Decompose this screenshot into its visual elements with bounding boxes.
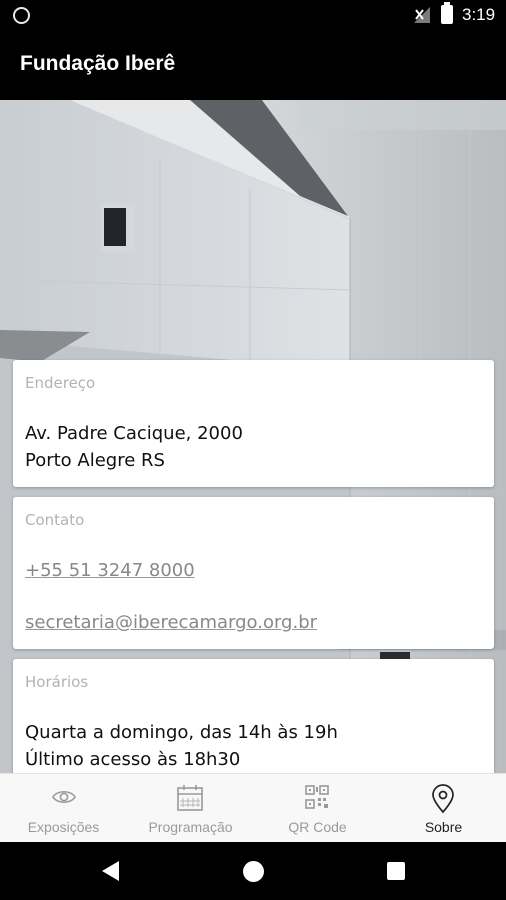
- nav-item-qr-code[interactable]: QR Code: [254, 774, 381, 843]
- hours-card: Horários Quarta a domingo, das 14h às 19…: [13, 659, 494, 773]
- address-line-2: Porto Alegre RS: [25, 450, 165, 471]
- battery-icon: [441, 2, 453, 24]
- contact-card: Contato +55 51 3247 8000 secretaria@iber…: [13, 497, 494, 649]
- hours-line-1: Quarta a domingo, das 14h às 19h: [25, 722, 338, 743]
- phone-link[interactable]: +55 51 3247 8000: [25, 560, 195, 581]
- calendar-icon: [177, 785, 203, 811]
- nav-label-programacao: Programação: [148, 819, 233, 835]
- address-label: Endereço: [25, 374, 96, 392]
- hours-line-2: Último acesso às 18h30: [25, 749, 241, 770]
- back-icon[interactable]: [102, 861, 119, 881]
- status-time: 3:19: [462, 5, 496, 24]
- nav-label-qr-code: QR Code: [288, 819, 347, 835]
- location-pin-icon: [432, 784, 454, 814]
- address-line-1: Av. Padre Cacique, 2000: [25, 423, 243, 444]
- system-navigation-bar: [0, 842, 506, 900]
- home-icon[interactable]: [243, 861, 264, 882]
- app-bar: Fundação Iberê: [0, 30, 506, 100]
- address-card: Endereço Av. Padre Cacique, 2000 Porto A…: [13, 360, 494, 487]
- nav-label-sobre: Sobre: [424, 819, 463, 835]
- nav-item-programacao[interactable]: Programação: [127, 774, 254, 843]
- recents-icon[interactable]: [387, 862, 405, 880]
- bottom-navigation: Exposições Programação QR Code Sobre: [0, 773, 506, 842]
- signal-icon: [414, 7, 430, 23]
- nav-label-exposicoes: Exposições: [27, 819, 100, 835]
- nav-item-exposicoes[interactable]: Exposições: [0, 774, 127, 843]
- notification-circle-icon: [13, 7, 30, 24]
- page-title: Fundação Iberê: [20, 52, 176, 75]
- contact-label: Contato: [25, 511, 85, 529]
- qr-code-icon: [305, 785, 329, 809]
- status-bar: 3:19: [0, 0, 506, 30]
- content-area[interactable]: Endereço Av. Padre Cacique, 2000 Porto A…: [0, 100, 506, 773]
- nav-item-sobre[interactable]: Sobre: [381, 774, 506, 843]
- hours-label: Horários: [25, 673, 89, 691]
- eye-icon: [52, 790, 76, 804]
- email-link[interactable]: secretaria@iberecamargo.org.br: [25, 612, 317, 633]
